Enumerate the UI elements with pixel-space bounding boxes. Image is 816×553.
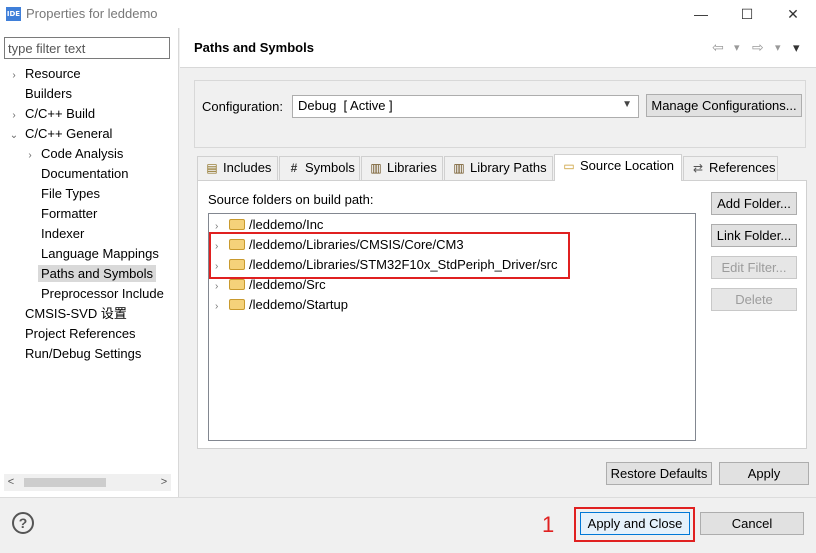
manage-configurations-button[interactable]: Manage Configurations... (646, 94, 802, 117)
window-title: Properties for leddemo (26, 6, 158, 21)
tree-item-documentation[interactable]: Documentation (8, 164, 176, 184)
configuration-select[interactable]: Debug [ Active ] ▼ (292, 95, 639, 118)
delete-button[interactable]: Delete (711, 288, 797, 311)
chevron-right-icon[interactable]: › (8, 66, 20, 86)
tree-item-formatter[interactable]: Formatter (8, 204, 176, 224)
view-menu-icon[interactable]: ▾ (793, 40, 800, 56)
chevron-right-icon[interactable]: › (215, 297, 229, 317)
includes-icon: ▤ (206, 161, 218, 175)
apply-button[interactable]: Apply (719, 462, 809, 485)
library-paths-icon: ▥ (453, 161, 465, 175)
tree-item-builders[interactable]: Builders (8, 84, 176, 104)
chevron-down-icon[interactable]: ⌄ (8, 126, 20, 146)
tree-item-cpp-general[interactable]: ⌄ C/C++ General (8, 124, 176, 144)
folder-icon (229, 219, 245, 230)
hash-icon: # (290, 161, 298, 175)
list-item[interactable]: ›/leddemo/Startup (215, 295, 348, 315)
page-header: Paths and Symbols ⇦ ▾ ⇨ ▾ ▾ (180, 28, 816, 68)
tree-item-paths-and-symbols[interactable]: Paths and Symbols (8, 264, 176, 284)
tree-item-cmsis-svd[interactable]: CMSIS-SVD 设置 (8, 304, 176, 324)
chevron-right-icon[interactable]: › (24, 146, 36, 166)
maximize-button[interactable]: ☐ (724, 0, 770, 28)
folder-icon (229, 279, 245, 290)
apply-and-close-button[interactable]: Apply and Close (580, 512, 690, 535)
title-bar: IDE Properties for leddemo — ☐ ✕ (0, 0, 816, 28)
restore-defaults-button[interactable]: Restore Defaults (606, 462, 712, 485)
scroll-right-icon[interactable]: > (157, 474, 171, 491)
tab-references[interactable]: ⇄ References (683, 156, 778, 180)
tab-symbols[interactable]: # Symbols (279, 156, 360, 180)
forward-menu-icon[interactable]: ▾ (775, 41, 781, 54)
tree-item-cpp-build[interactable]: › C/C++ Build (8, 104, 176, 124)
tree-item-resource[interactable]: › Resource (8, 64, 176, 84)
scrollbar-thumb[interactable] (24, 478, 106, 487)
libraries-icon: ▥ (370, 161, 382, 175)
configuration-label: Configuration: (202, 99, 283, 114)
minimize-button[interactable]: — (678, 0, 724, 28)
chevron-right-icon[interactable]: › (215, 277, 229, 297)
help-icon[interactable]: ? (12, 512, 34, 534)
scroll-left-icon[interactable]: < (4, 474, 18, 491)
tree-item-run-debug-settings[interactable]: Run/Debug Settings (8, 344, 176, 364)
folder-icon: ▭ (563, 159, 575, 173)
back-menu-icon[interactable]: ▾ (734, 41, 740, 54)
highlight-annotation-box (209, 232, 570, 279)
folder-icon (229, 299, 245, 310)
tab-library-paths[interactable]: ▥ Library Paths (444, 156, 553, 180)
close-button[interactable]: ✕ (770, 0, 816, 28)
app-icon: IDE (6, 7, 21, 21)
tree-item-language-mappings[interactable]: Language Mappings (8, 244, 176, 264)
preference-tree: › Resource Builders › C/C++ Build ⌄ C/C++ G… (8, 64, 176, 364)
edit-filter-button[interactable]: Edit Filter... (711, 256, 797, 279)
tree-item-preprocessor-include[interactable]: Preprocessor Include (8, 284, 176, 304)
tab-source-location[interactable]: ▭ Source Location (554, 154, 682, 181)
chevron-right-icon[interactable]: › (8, 106, 20, 126)
cancel-button[interactable]: Cancel (700, 512, 804, 535)
tree-item-project-references[interactable]: Project References (8, 324, 176, 344)
page-title: Paths and Symbols (194, 40, 314, 55)
horizontal-scrollbar[interactable]: < > (4, 474, 171, 491)
source-folders-label: Source folders on build path: (208, 192, 374, 207)
forward-icon[interactable]: ⇨ (752, 39, 764, 56)
tree-item-code-analysis[interactable]: › Code Analysis (8, 144, 176, 164)
filter-input[interactable] (4, 37, 170, 59)
tab-includes[interactable]: ▤ Includes (197, 156, 278, 180)
configuration-value: Debug [ Active ] (298, 98, 393, 113)
annotation-number: 1 (542, 512, 555, 537)
tree-item-file-types[interactable]: File Types (8, 184, 176, 204)
divider (0, 497, 816, 498)
tree-item-indexer[interactable]: Indexer (8, 224, 176, 244)
link-folder-button[interactable]: Link Folder... (711, 224, 797, 247)
chevron-down-icon: ▼ (622, 99, 632, 110)
references-icon: ⇄ (692, 161, 704, 175)
add-folder-button[interactable]: Add Folder... (711, 192, 797, 215)
tab-libraries[interactable]: ▥ Libraries (361, 156, 443, 180)
back-icon[interactable]: ⇦ (712, 39, 724, 56)
